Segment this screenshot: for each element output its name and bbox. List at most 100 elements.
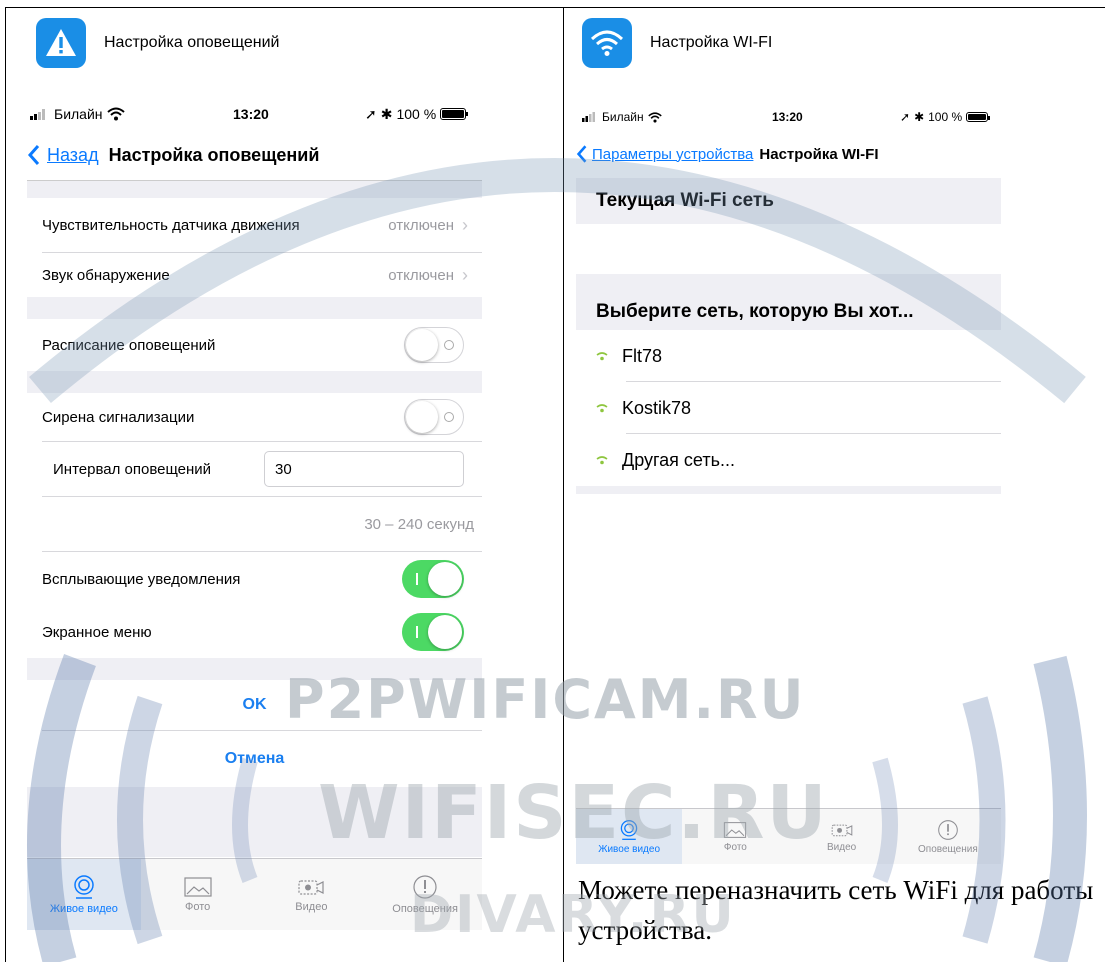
motion-sensitivity-row[interactable]: Чувствительность датчика движения отключ… — [27, 198, 482, 252]
tab-label: Фото — [184, 901, 211, 913]
popup-notifications-row: Всплывающие уведомления — [27, 552, 482, 606]
tab-alerts[interactable]: Оповещения — [895, 809, 1001, 864]
motion-value: отключен — [388, 216, 454, 234]
alert-icon — [413, 875, 437, 899]
carrier-name: Билайн — [54, 106, 103, 122]
osd-label: Экранное меню — [42, 623, 152, 641]
siren-label: Сирена сигнализации — [42, 408, 195, 426]
tab-alerts[interactable]: Оповещения — [368, 859, 482, 930]
video-icon — [831, 824, 852, 836]
network-row[interactable]: Другая сеть... — [576, 434, 1001, 486]
back-button[interactable]: Назад — [27, 144, 99, 166]
alert-interval-row: Интервал оповещений 30 — [27, 442, 482, 496]
section-gap — [27, 180, 482, 198]
location-icon: ➚ — [365, 105, 377, 122]
left-nav-bar: Назад Настройка оповещений — [27, 130, 482, 180]
column-divider — [563, 7, 564, 962]
schedule-label: Расписание оповещений — [42, 336, 216, 354]
battery-icon — [440, 108, 469, 120]
wifi-signal-icon — [596, 456, 608, 465]
wifi-app-icon — [582, 18, 632, 68]
network-name: Kostik78 — [622, 397, 692, 418]
tab-live-video[interactable]: Живое видео — [576, 809, 683, 864]
live-video-icon — [620, 819, 638, 840]
photo-icon — [724, 821, 747, 838]
alert-schedule-row: Расписание оповещений — [27, 319, 482, 371]
section-gap — [576, 486, 1001, 494]
bluetooth-icon: ✱ — [914, 110, 925, 124]
tab-label: Живое видео — [49, 903, 118, 915]
tab-label: Фото — [723, 841, 747, 853]
wifi-status-icon — [647, 111, 662, 123]
alert-icon — [938, 819, 958, 840]
battery-percent: 100 % — [396, 106, 437, 122]
right-tab-bar: Живое видео Фото Видео Оповещения — [576, 808, 1001, 864]
left-phone-screen: Назад Настройка оповещений Чувствительно… — [27, 130, 482, 962]
wifi-status-icon — [106, 107, 125, 121]
battery-percent: 100 % — [928, 110, 963, 124]
siren-toggle[interactable] — [404, 399, 464, 435]
location-icon: ➚ — [900, 110, 911, 124]
section-gap — [27, 371, 482, 393]
sound-label: Звук обнаружение — [42, 266, 170, 284]
wifi-signal-icon — [596, 352, 608, 361]
chevron-left-icon — [27, 145, 40, 165]
left-nav-title: Настройка оповещений — [108, 144, 320, 165]
osd-toggle[interactable] — [402, 613, 464, 651]
signal-icon — [582, 112, 595, 122]
schedule-toggle[interactable] — [404, 327, 464, 363]
battery-icon — [966, 112, 991, 122]
detection-sound-row[interactable]: Звук обнаружение отключен › — [27, 253, 482, 297]
caption-text: Можете переназначить сеть WiFi для работ… — [578, 875, 1094, 945]
tab-video[interactable]: Видео — [789, 809, 895, 864]
carrier-name: Билайн — [602, 110, 644, 124]
bluetooth-icon: ✱ — [380, 105, 393, 122]
motion-label: Чувствительность датчика движения — [42, 216, 300, 234]
tab-label: Видео — [827, 841, 857, 853]
interval-label: Интервал оповещений — [53, 460, 212, 478]
back-label: Параметры устройства — [592, 145, 754, 163]
tab-label: Живое видео — [598, 843, 661, 855]
popup-label: Всплывающие уведомления — [42, 570, 241, 588]
tab-photo[interactable]: Фото — [682, 809, 788, 864]
photo-icon — [184, 877, 212, 897]
signal-icon — [30, 109, 45, 120]
left-header: Настройка оповещений — [36, 18, 279, 68]
network-name: Flt78 — [622, 345, 663, 366]
sound-value: отключен — [388, 266, 454, 284]
tab-label: Оповещения — [918, 843, 978, 855]
chevron-right-icon: › — [462, 214, 468, 235]
interval-hint-row: 30 – 240 секунд — [27, 497, 482, 551]
choose-network-header: Выберите сеть, которую Вы хот... — [576, 274, 1001, 330]
popup-toggle[interactable] — [402, 560, 464, 598]
back-to-device-params-button[interactable]: Параметры устройства — [576, 144, 753, 164]
right-phone-screen: Параметры устройства Настройка WI-FI Тек… — [576, 130, 1001, 870]
live-video-icon — [74, 875, 94, 899]
interval-hint: 30 – 240 секунд — [364, 515, 474, 533]
right-header-title: Настройка WI-FI — [650, 34, 773, 51]
ok-button[interactable]: OK — [27, 680, 482, 730]
tab-video[interactable]: Видео — [255, 859, 369, 930]
cancel-button[interactable]: Отмена — [27, 731, 482, 787]
wifi-signal-icon — [596, 404, 608, 413]
chevron-left-icon — [576, 145, 587, 163]
section-gap — [27, 787, 482, 857]
network-name: Другая сеть... — [622, 449, 735, 470]
right-nav-title: Настройка WI-FI — [759, 145, 879, 163]
interval-input[interactable]: 30 — [264, 451, 464, 487]
right-status-bar: Билайн 13:20 ➚ ✱ 100 % — [582, 108, 1002, 126]
section-gap — [27, 297, 482, 319]
left-header-title: Настройка оповещений — [104, 34, 280, 51]
warning-icon — [36, 18, 86, 68]
right-header: Настройка WI-FI — [582, 18, 772, 68]
left-tab-bar: Живое видео Фото Видео Оповещения — [27, 858, 482, 930]
current-network-header: Текущая Wi-Fi сеть — [576, 178, 1001, 224]
left-status-bar: Билайн 13:20 ➚ ✱ 100 % — [30, 104, 480, 124]
network-row[interactable]: Kostik78 — [576, 382, 1001, 434]
tab-photo[interactable]: Фото — [141, 859, 255, 930]
tab-live-video[interactable]: Живое видео — [27, 859, 141, 930]
status-time: 13:20 — [772, 110, 803, 124]
network-row[interactable]: Flt78 — [576, 330, 1001, 382]
osd-menu-row: Экранное меню — [27, 606, 482, 658]
current-network-cell — [576, 224, 1001, 274]
